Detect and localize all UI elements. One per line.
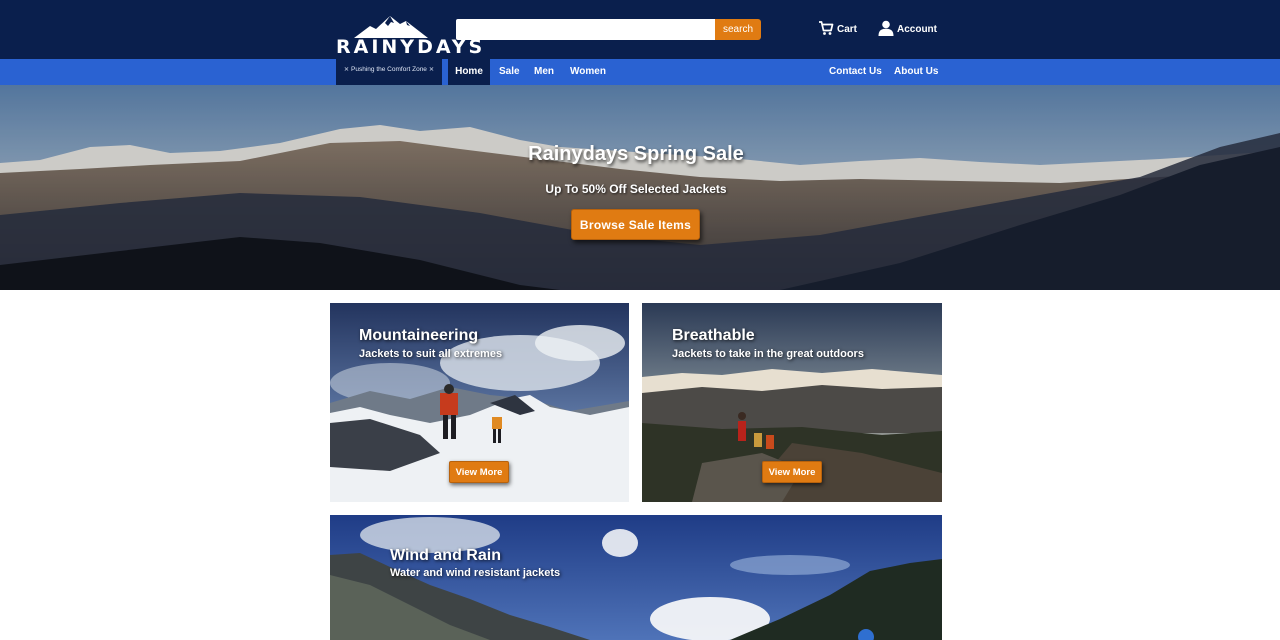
cart-icon (819, 21, 834, 35)
view-more-button[interactable]: View More (449, 461, 509, 483)
browse-sale-button[interactable]: Browse Sale Items (571, 209, 700, 240)
cart-link[interactable]: Cart (818, 20, 857, 36)
main-nav (0, 59, 1280, 85)
category-card-mountaineering[interactable]: Mountaineering Jackets to suit all extre… (330, 303, 629, 502)
card-title: Mountaineering (359, 327, 479, 344)
card-subtitle: Jackets to take in the great outdoors (672, 348, 864, 360)
card-title: Wind and Rain (390, 547, 501, 564)
nav-item-home[interactable]: Home (448, 59, 490, 85)
card-subtitle: Jackets to suit all extremes (359, 348, 503, 360)
category-card-wind-and-rain[interactable]: Wind and Rain Water and wind resistant j… (330, 515, 942, 640)
nav-item-men[interactable]: Men (534, 59, 554, 85)
cart-label: Cart (837, 24, 858, 35)
view-more-button[interactable]: View More (762, 461, 822, 483)
brand-name: RAINYDAYS (336, 36, 486, 58)
account-link[interactable]: Account (878, 20, 937, 36)
search-input[interactable] (456, 19, 715, 40)
user-icon (878, 20, 894, 36)
logo[interactable]: RAINYDAYS (336, 14, 486, 76)
hero-banner: Rainydays Spring Sale Up To 50% Off Sele… (0, 85, 1280, 290)
hero-title: Rainydays Spring Sale (528, 143, 744, 165)
nav-item-contact-us[interactable]: Contact Us (829, 59, 882, 85)
card-title: Breathable (672, 327, 755, 344)
nav-item-women[interactable]: Women (570, 59, 606, 85)
hero-subtitle: Up To 50% Off Selected Jackets (545, 182, 727, 196)
mountain-logo-icon (354, 16, 428, 38)
search-button[interactable]: search (715, 19, 761, 40)
nav-item-sale[interactable]: Sale (499, 59, 520, 85)
card-subtitle: Water and wind resistant jackets (390, 567, 561, 579)
nav-item-about-us[interactable]: About Us (894, 59, 938, 85)
category-card-breathable[interactable]: Breathable Jackets to take in the great … (642, 303, 942, 502)
account-label: Account (897, 24, 937, 35)
